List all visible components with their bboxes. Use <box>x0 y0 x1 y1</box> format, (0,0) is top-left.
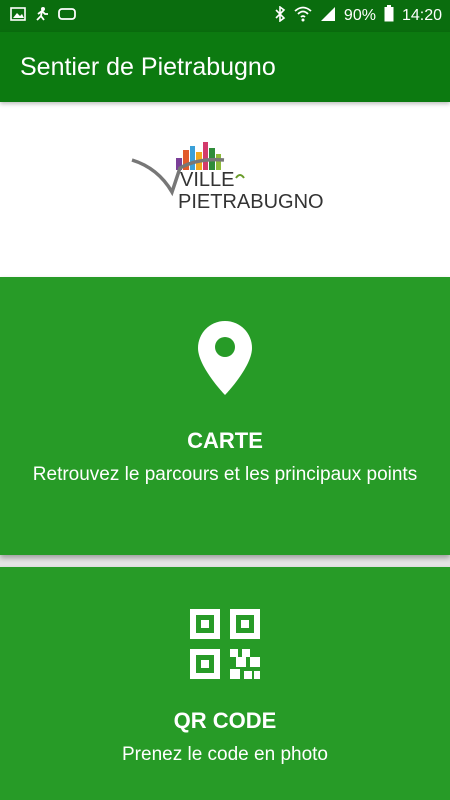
ville-pietrabugno-logo: VILLE PIETRABUGNO <box>131 142 324 212</box>
vr-icon <box>58 7 76 25</box>
bluetooth-icon <box>274 4 286 27</box>
qr-code-description: Prenez le code en photo <box>122 744 328 765</box>
carte-title: CARTE <box>187 428 263 453</box>
status-bar: 90% 14:20 <box>0 0 450 32</box>
qr-code-card[interactable]: QR CODE Prenez le code en photo <box>0 567 450 800</box>
map-pin-icon <box>198 321 252 400</box>
run-icon <box>34 6 50 27</box>
carte-card[interactable]: CARTE Retrouvez le parcours et les princ… <box>0 277 450 555</box>
battery-icon <box>384 5 394 27</box>
logo-line1: VILLE <box>180 169 234 191</box>
carte-description: Retrouvez le parcours et les principaux … <box>32 464 418 485</box>
app-title: Sentier de Pietrabugno <box>20 52 276 81</box>
app-bar: Sentier de Pietrabugno <box>0 32 450 102</box>
qr-code-icon <box>190 609 260 684</box>
clock: 14:20 <box>401 7 442 24</box>
signal-icon <box>320 6 336 27</box>
wifi-icon <box>294 6 312 27</box>
battery-percent: 90% <box>343 7 376 24</box>
image-icon <box>10 6 26 26</box>
logo-area: VILLE PIETRABUGNO <box>0 102 450 277</box>
logo-line2: PIETRABUGNO <box>178 191 324 212</box>
qr-code-title: QR CODE <box>173 708 277 733</box>
